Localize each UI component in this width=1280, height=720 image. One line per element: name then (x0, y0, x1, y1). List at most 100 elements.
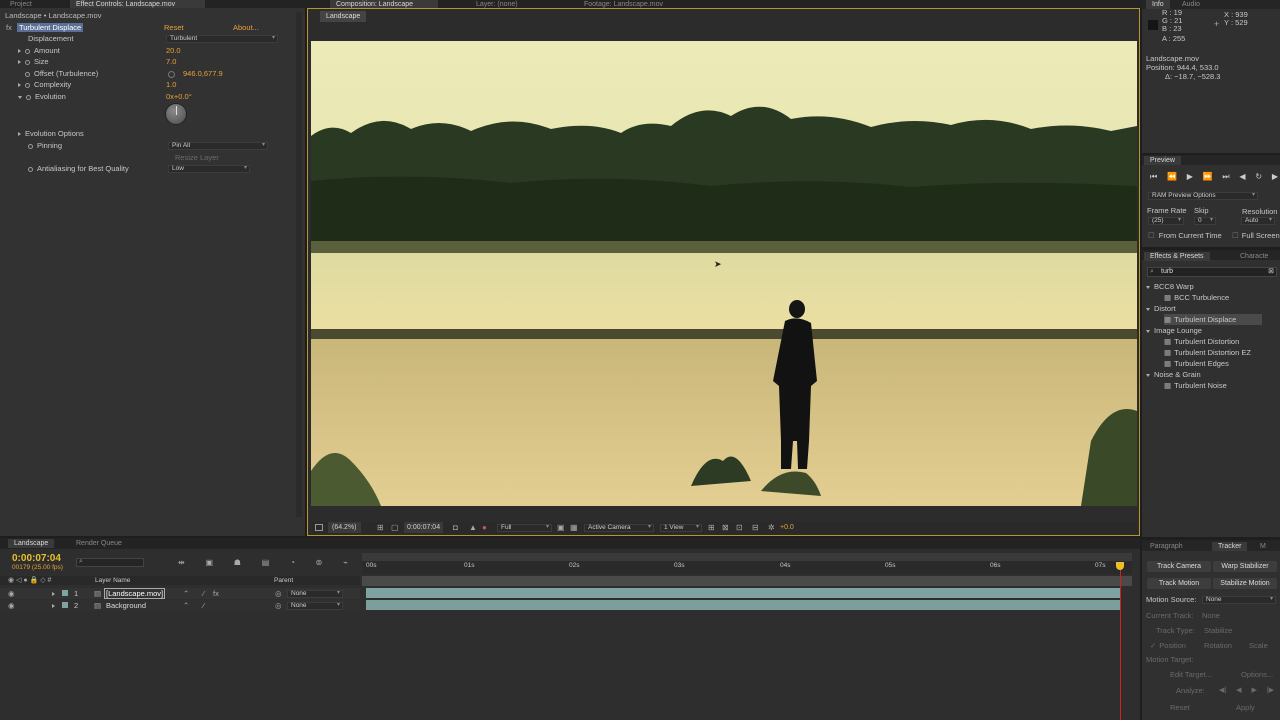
eye-icon[interactable]: ◉ (8, 589, 15, 598)
exposure-value[interactable]: +0.0 (780, 522, 794, 533)
pick-whip-icon[interactable]: ◎ (275, 601, 282, 610)
track-camera-button[interactable]: Track Camera (1147, 561, 1211, 572)
snapshot-icon[interactable]: ◘ (453, 524, 458, 532)
transparency-grid-icon[interactable]: ▦ (570, 524, 578, 532)
complexity-value[interactable]: 1.0 (166, 79, 176, 90)
prop-evolution-options[interactable]: Evolution Options (18, 128, 84, 139)
ram-preview-dropdown[interactable]: RAM Preview Options (1148, 192, 1258, 200)
motion-blur-icon[interactable]: ◔ (290, 558, 295, 568)
layer-row[interactable]: ◉ 1 ▤ [Landscape.mov] ⌃ ⁄ fx ◎ None (0, 588, 360, 599)
shy-icon[interactable]: ⌃ (183, 589, 189, 598)
resize-layer-checkbox[interactable]: Resize Layer (175, 152, 219, 163)
layer-name[interactable]: [Landscape.mov] (104, 588, 166, 599)
parent-dropdown[interactable]: None (287, 602, 343, 610)
tab-effects-presets[interactable]: Effects & Presets (1144, 252, 1210, 261)
clear-search-icon[interactable]: ⊠ (1268, 268, 1274, 276)
frame-blending-icon[interactable]: ▤ (262, 558, 270, 568)
amount-value[interactable]: 20.0 (166, 45, 181, 56)
stopwatch-icon[interactable] (26, 94, 31, 100)
rotation-checkbox[interactable]: Rotation (1204, 640, 1232, 651)
parent-dropdown[interactable]: None (287, 590, 343, 598)
loop-icon[interactable]: ↻ (1255, 172, 1262, 182)
scale-checkbox[interactable]: Scale (1249, 640, 1268, 651)
current-track-dropdown[interactable]: None (1202, 610, 1220, 621)
audio-icon[interactable]: ◀ (1239, 172, 1245, 182)
fit-icon[interactable]: ⊞ (377, 524, 384, 532)
expand-arrow-icon[interactable] (18, 60, 21, 65)
size-value[interactable]: 7.0 (166, 56, 176, 67)
stopwatch-icon[interactable] (25, 48, 30, 54)
comp-tab-landscape[interactable]: Landscape (320, 11, 367, 22)
shy-icon[interactable]: ⌃ (183, 601, 189, 610)
checkbox-icon[interactable]: ☐ (1232, 231, 1239, 240)
analyze-forward-icon[interactable]: ▶ (1251, 686, 1256, 694)
effects-search-input[interactable]: ⌕ turb ⊠ (1147, 267, 1277, 277)
effect-header[interactable]: fx Turbulent Displace (6, 22, 84, 33)
warp-stabilizer-button[interactable]: Warp Stabilizer (1213, 561, 1277, 572)
expand-arrow-icon[interactable] (1146, 329, 1150, 333)
reset-button[interactable]: Reset (1170, 702, 1190, 713)
expand-arrow-icon[interactable] (18, 83, 21, 88)
scrollbar[interactable] (296, 12, 302, 517)
tab-m[interactable]: M (1254, 542, 1272, 551)
motion-source-dropdown[interactable]: None (1202, 596, 1276, 604)
stopwatch-icon[interactable] (25, 82, 30, 88)
stopwatch-icon[interactable] (28, 143, 33, 149)
view-layout-dropdown[interactable]: 1 View (660, 524, 702, 532)
evolution-value[interactable]: 0x+0.0° (166, 91, 192, 102)
region-icon[interactable]: ▣ (557, 524, 565, 532)
tree-item[interactable]: ▦ Turbulent Distortion EZ (1164, 347, 1280, 358)
layer-row[interactable]: ◉ 2 ▤ Background ⌃ ⁄ ◎ None (0, 600, 360, 611)
playhead[interactable] (1120, 562, 1121, 720)
prop-offset[interactable]: Offset (Turbulence) (25, 68, 98, 79)
track-motion-button[interactable]: Track Motion (1147, 578, 1211, 589)
label-color-icon[interactable] (62, 602, 68, 608)
mask-icon[interactable]: ▢ (391, 524, 399, 532)
tab-tracker[interactable]: Tracker (1212, 542, 1248, 551)
analyze-back-one-icon[interactable]: ◀| (1219, 686, 1226, 694)
apply-button[interactable]: Apply (1236, 702, 1255, 713)
play-icon[interactable]: ▶ (1187, 172, 1193, 182)
tab-character[interactable]: Characte (1234, 252, 1276, 261)
timeline-icon[interactable]: ⊡ (736, 524, 743, 532)
comp-mini-flowchart-icon[interactable]: ⇹ (178, 558, 185, 568)
camera-dropdown[interactable]: Active Camera (584, 524, 654, 532)
channel-icon[interactable]: ● (482, 524, 487, 532)
graph-editor-icon[interactable]: ⌁ (343, 558, 348, 568)
skip-dropdown[interactable]: 0 (1194, 217, 1216, 225)
frame-rate-dropdown[interactable]: (25) (1148, 217, 1184, 225)
fast-previews-icon[interactable]: ⊠ (722, 524, 729, 532)
expand-arrow-icon[interactable] (52, 601, 59, 610)
analyze-backward-icon[interactable]: ◀ (1236, 686, 1241, 694)
tree-group[interactable]: BCC8 Warp (1146, 281, 1278, 292)
zoom-dropdown[interactable]: (64.2%) (328, 522, 361, 533)
stopwatch-icon[interactable] (25, 71, 30, 77)
prop-size[interactable]: Size (18, 56, 49, 67)
prop-amount[interactable]: Amount (18, 45, 60, 56)
expand-arrow-icon[interactable] (1146, 285, 1150, 289)
stopwatch-icon[interactable] (25, 59, 30, 65)
layer-bar-landscape[interactable] (366, 588, 1120, 598)
last-frame-icon[interactable]: ⏭ (1222, 172, 1229, 182)
show-snapshot-icon[interactable]: ▲ (469, 524, 477, 532)
checkbox-icon[interactable]: ☐ (1148, 231, 1155, 240)
crosshair-icon[interactable] (168, 71, 175, 78)
full-screen-checkbox[interactable]: ☐ Full Screen (1232, 230, 1280, 241)
track-type-dropdown[interactable]: Stabilize (1204, 625, 1232, 636)
tab-preview[interactable]: Preview (1144, 156, 1181, 165)
work-area-range[interactable] (362, 576, 1132, 586)
brainstorm-icon[interactable]: ⊚ (316, 558, 323, 568)
tab-timeline-landscape[interactable]: Landscape (8, 539, 55, 548)
displacement-dropdown[interactable]: Turbulent (166, 35, 278, 43)
tree-item-selected[interactable]: ▦ Turbulent Displace (1164, 314, 1262, 325)
pick-whip-icon[interactable]: ◎ (275, 589, 282, 598)
layer-name[interactable]: Background (106, 601, 146, 610)
expand-arrow-icon[interactable] (1146, 373, 1150, 377)
expand-arrow-icon[interactable] (52, 589, 59, 598)
ram-preview-icon[interactable]: ▶ (1272, 172, 1278, 182)
expand-arrow-icon[interactable] (18, 132, 21, 137)
parent-header[interactable]: Parent (274, 575, 293, 586)
comp-viewer[interactable]: ➤ (311, 41, 1137, 506)
analyze-forward-one-icon[interactable]: |▶ (1267, 686, 1274, 694)
prop-evolution[interactable]: Evolution (18, 91, 66, 102)
